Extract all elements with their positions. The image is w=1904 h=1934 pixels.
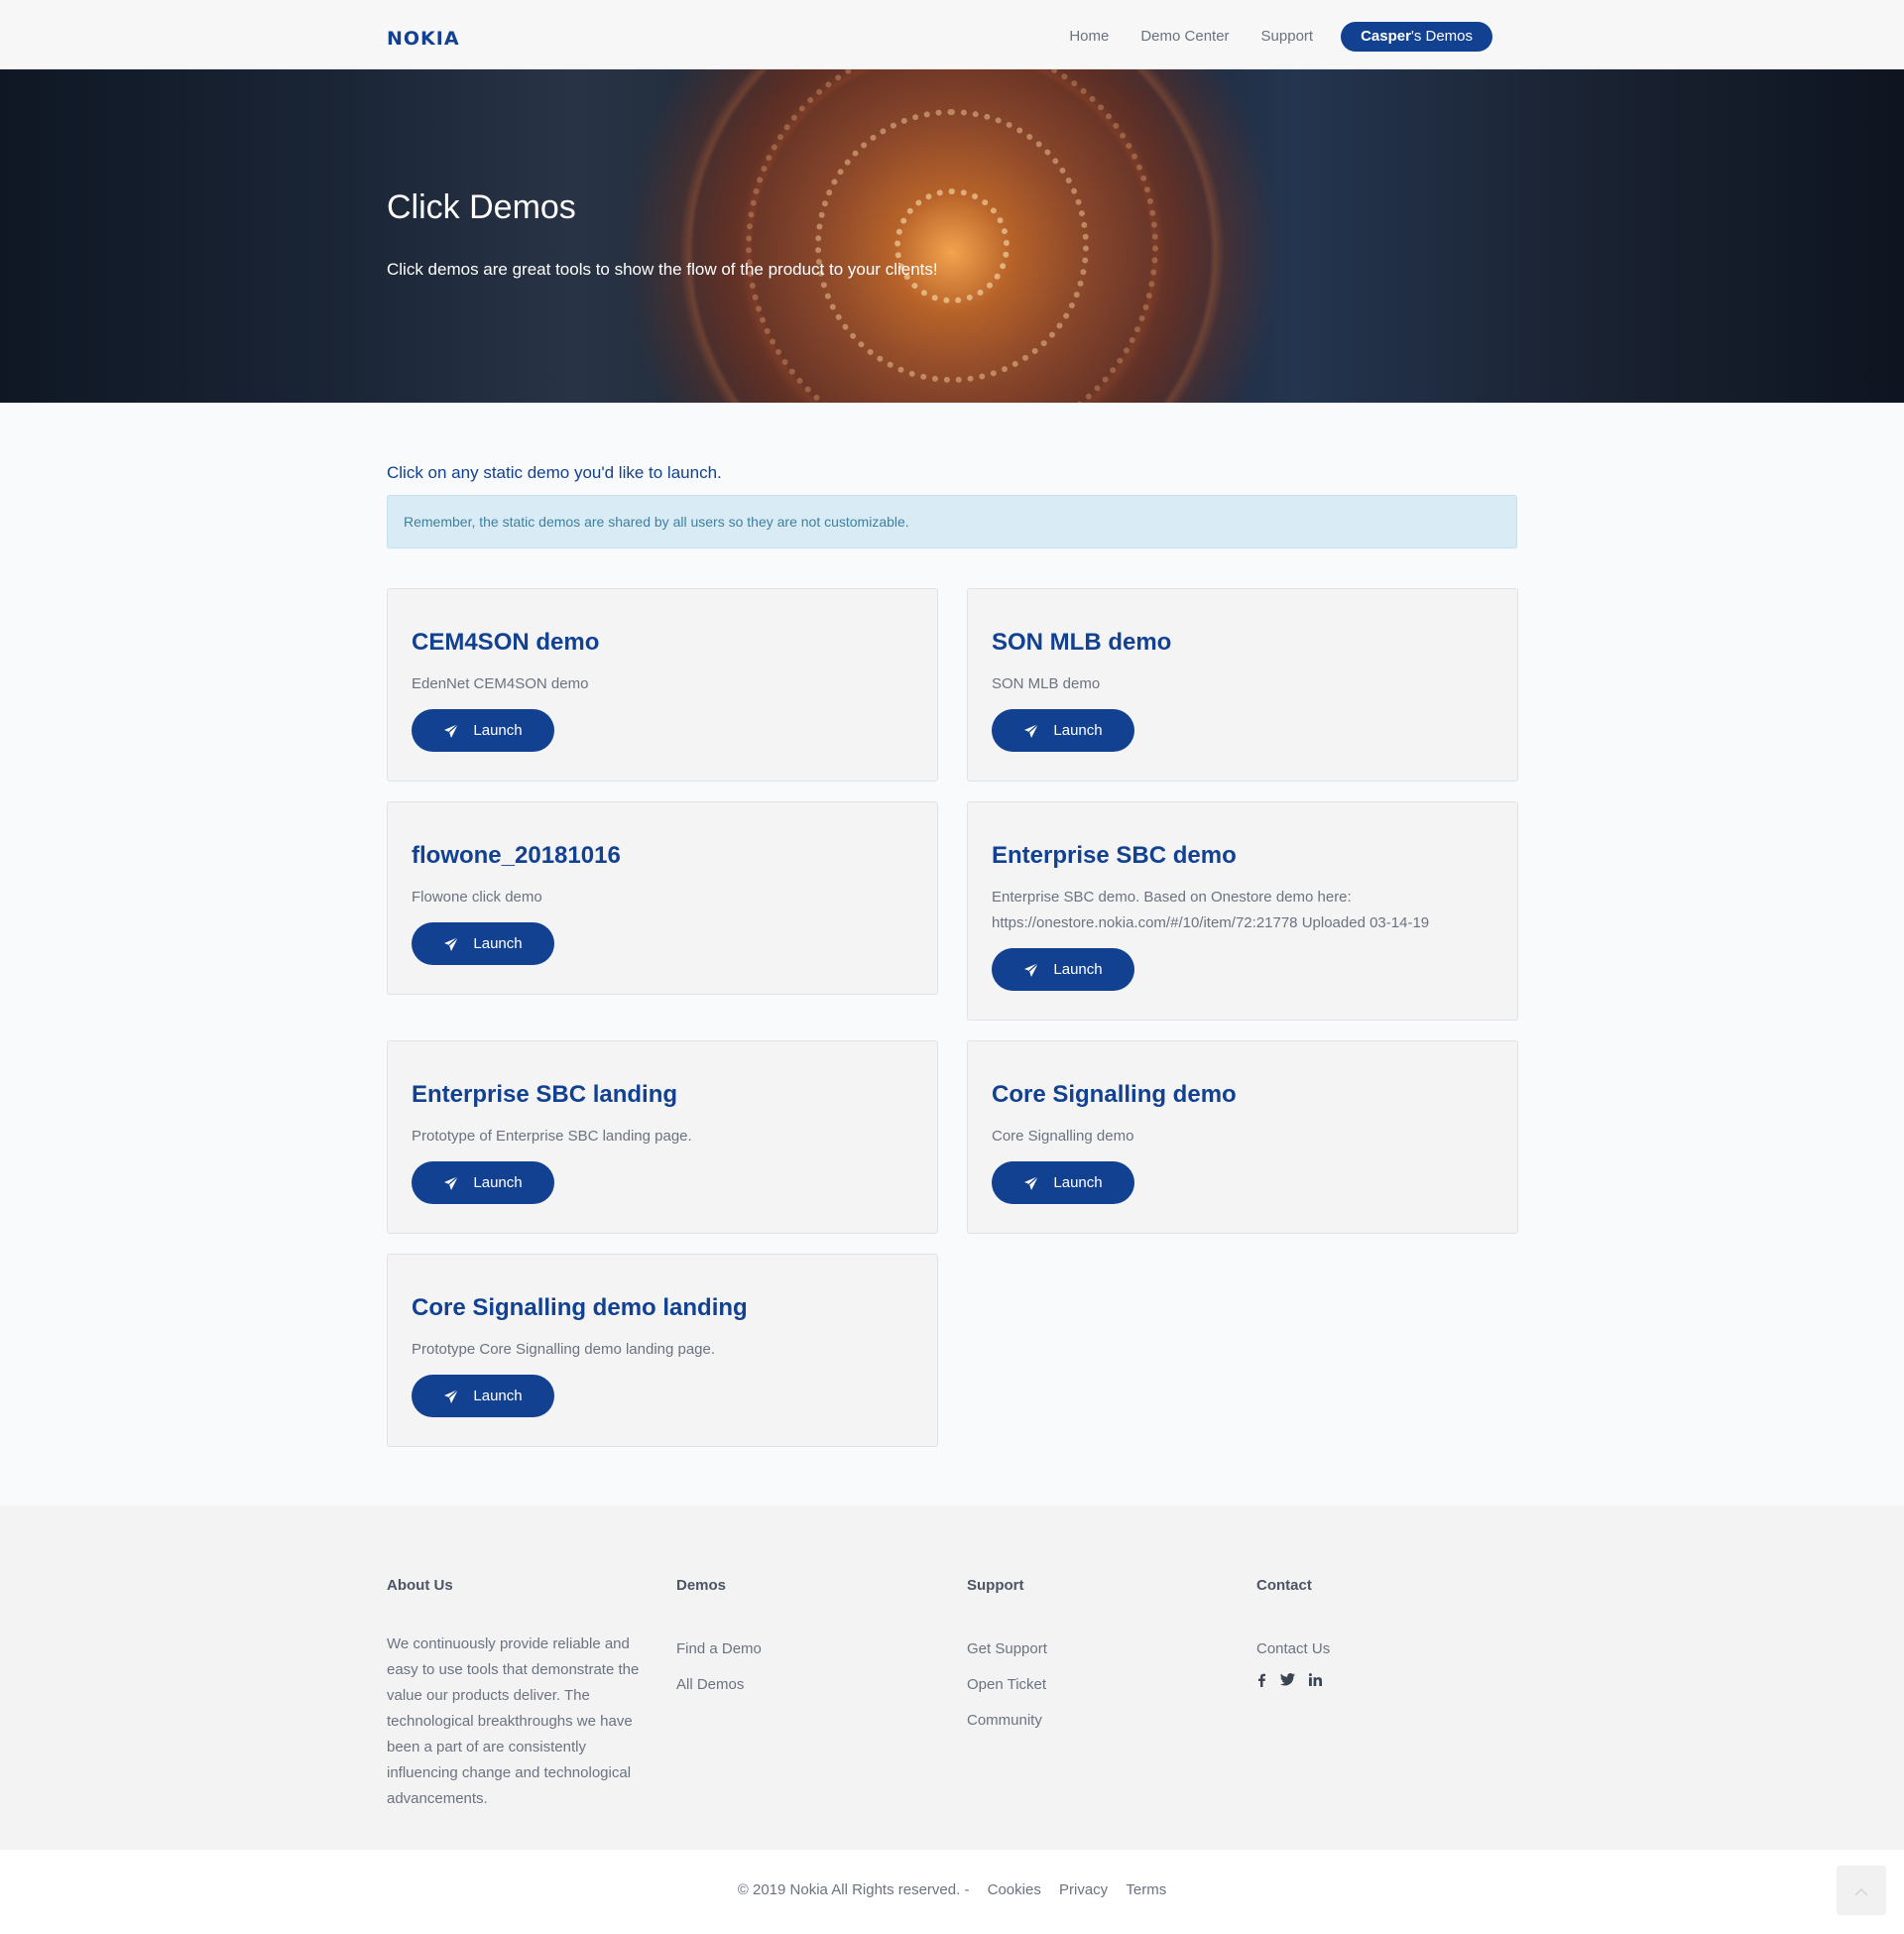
linkedin-icon[interactable] [1309,1673,1322,1687]
demo-card: flowone_20181016 Flowone click demo Laun… [387,801,938,995]
footer-link-contact-us[interactable]: Contact Us [1256,1632,1330,1667]
info-alert: Remember, the static demos are shared by… [387,495,1517,548]
launch-label: Launch [473,722,523,739]
launch-button[interactable]: Launch [992,1161,1134,1204]
footer-link-open-ticket[interactable]: Open Ticket [967,1667,1047,1703]
launch-button[interactable]: Launch [412,922,554,965]
site-footer: About Us We continuously provide reliabl… [0,1506,1904,1850]
copyright-text: © 2019 Nokia All Rights reserved. - [737,1881,970,1898]
demo-card-title: Enterprise SBC demo [992,842,1237,869]
launch-button[interactable]: Launch [412,1375,554,1417]
paper-plane-icon [443,1389,459,1404]
launch-label: Launch [473,935,523,952]
demo-card: CEM4SON demo EdenNet CEM4SON demo Launch [387,588,938,782]
footer-link-community[interactable]: Community [967,1703,1047,1739]
footer-contact: Contact Contact Us [1256,1577,1330,1687]
launch-label: Launch [1053,961,1103,978]
hero-banner: Click Demos Click demos are great tools … [0,69,1904,403]
demo-card-title: Core Signalling demo landing [412,1294,748,1321]
launch-button[interactable]: Launch [412,1161,554,1204]
demo-card: Enterprise SBC landing Prototype of Ente… [387,1040,938,1234]
demo-card-title: Enterprise SBC landing [412,1081,678,1108]
launch-button[interactable]: Launch [992,709,1134,752]
twitter-icon[interactable] [1280,1673,1295,1687]
paper-plane-icon [1023,1175,1039,1191]
paper-plane-icon [443,936,459,952]
nav-demo-center[interactable]: Demo Center [1140,22,1229,52]
footer-about-text: We continuously provide reliable and eas… [387,1635,640,1807]
demo-card: Enterprise SBC demo Enterprise SBC demo.… [967,801,1518,1021]
demo-card-description: Prototype of Enterprise SBC landing page… [412,1128,692,1145]
demo-card-description: Enterprise SBC demo. Based on Onestore d… [992,889,1430,931]
paper-plane-icon [443,1175,459,1191]
nav-my-demos-button[interactable]: Casper's Demos [1341,22,1492,52]
intro-text: Click on any static demo you'd like to l… [387,463,722,482]
nokia-logo[interactable]: NOKIA [387,28,460,50]
page-title: Click Demos [387,188,576,226]
page-subtitle: Click demos are great tools to show the … [387,260,938,279]
social-links [1256,1673,1330,1687]
demo-card-title: CEM4SON demo [412,629,600,656]
demo-card-description: EdenNet CEM4SON demo [412,675,589,692]
launch-label: Launch [473,1388,523,1404]
back-to-top-button[interactable] [1837,1866,1886,1915]
terms-link[interactable]: Terms [1126,1881,1166,1898]
top-navbar: NOKIA Home Demo Center Support Casper's … [0,0,1904,69]
launch-label: Launch [1053,1174,1103,1191]
nav-user-suffix: 's Demos [1410,28,1473,45]
footer-link-all-demos[interactable]: All Demos [676,1667,762,1703]
footer-contact-heading: Contact [1256,1577,1312,1594]
demo-card: Core Signalling demo Core Signalling dem… [967,1040,1518,1234]
launch-button[interactable]: Launch [412,709,554,752]
bottom-bar: © 2019 Nokia All Rights reserved. - Cook… [0,1850,1904,1934]
nav-user-name: Casper [1361,28,1411,45]
privacy-link[interactable]: Privacy [1059,1881,1108,1898]
footer-demos-heading: Demos [676,1577,727,1594]
demo-card-title: SON MLB demo [992,629,1172,656]
main-nav: Home Demo Center Support Casper's Demos [1037,22,1492,52]
hero-decor-ring [894,188,1010,303]
footer-support-heading: Support [967,1577,1024,1594]
demo-card-description: SON MLB demo [992,675,1101,692]
launch-button[interactable]: Launch [992,948,1134,991]
demo-card-description: Flowone click demo [412,889,542,906]
footer-link-find-demo[interactable]: Find a Demo [676,1632,762,1667]
paper-plane-icon [443,723,459,739]
demo-card-description: Prototype Core Signalling demo landing p… [412,1341,716,1358]
demo-card: SON MLB demo SON MLB demo Launch [967,588,1518,782]
launch-label: Launch [473,1174,523,1191]
footer-support: Support Get Support Open Ticket Communit… [967,1577,1047,1739]
footer-about: About Us We continuously provide reliabl… [387,1577,653,1812]
footer-link-get-support[interactable]: Get Support [967,1632,1047,1667]
cookies-link[interactable]: Cookies [988,1881,1041,1898]
footer-about-heading: About Us [387,1577,453,1594]
demo-card: Core Signalling demo landing Prototype C… [387,1254,938,1447]
footer-demos: Demos Find a Demo All Demos [676,1577,762,1703]
chevron-up-icon [1854,1881,1868,1900]
paper-plane-icon [1023,962,1039,978]
paper-plane-icon [1023,723,1039,739]
nav-home[interactable]: Home [1069,22,1109,52]
facebook-icon[interactable] [1256,1673,1266,1687]
demo-card-title: flowone_20181016 [412,842,621,869]
launch-label: Launch [1053,722,1103,739]
demo-card-description: Core Signalling demo [992,1128,1134,1145]
nav-support[interactable]: Support [1261,22,1314,52]
demo-card-title: Core Signalling demo [992,1081,1237,1108]
copyright-line: © 2019 Nokia All Rights reserved. - Cook… [0,1881,1904,1898]
